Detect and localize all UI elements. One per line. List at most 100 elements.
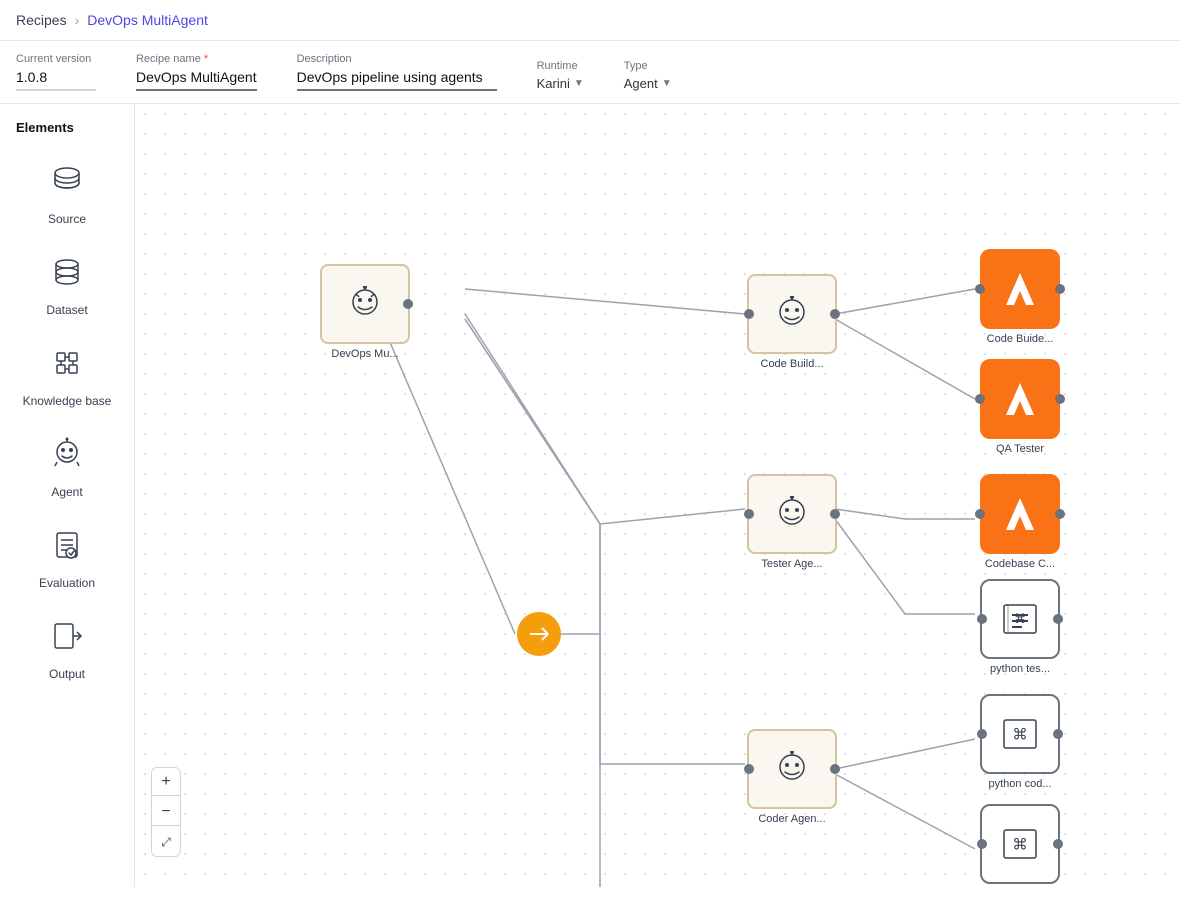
coder-agent-label: Coder Agen... bbox=[758, 813, 825, 825]
codebase-c-label: Codebase C... bbox=[985, 558, 1055, 570]
branch-node[interactable] bbox=[517, 612, 561, 656]
description-field: Description DevOps pipeline using agents bbox=[297, 53, 497, 91]
sidebar: Elements Source bbox=[0, 104, 135, 887]
description-value[interactable]: DevOps pipeline using agents bbox=[297, 69, 497, 91]
type-label: Type bbox=[624, 60, 672, 72]
recipe-name-field: Recipe name * DevOps MultiAgent bbox=[136, 53, 257, 91]
python-cod2-box: ⌘ bbox=[980, 804, 1060, 884]
type-field: Type Agent ▼ bbox=[624, 60, 672, 91]
code-build-box bbox=[747, 274, 837, 354]
dataset-icon bbox=[49, 254, 85, 297]
breadcrumb-bar: Recipes › DevOps MultiAgent bbox=[0, 0, 1180, 41]
main-layout: Elements Source bbox=[0, 104, 1180, 887]
code-build-right-dot bbox=[830, 309, 840, 319]
type-dropdown[interactable]: Agent ▼ bbox=[624, 76, 672, 91]
metadata-bar: Current version 1.0.8 Recipe name * DevO… bbox=[0, 41, 1180, 104]
knowledge-base-label: Knowledge base bbox=[23, 394, 112, 408]
svg-text:⌘: ⌘ bbox=[1013, 833, 1026, 858]
node-coder-agent[interactable]: Coder Agen... bbox=[747, 729, 837, 825]
node-tester-agent[interactable]: Tester Age... bbox=[747, 474, 837, 570]
version-field: Current version 1.0.8 bbox=[16, 53, 96, 91]
tester-agent-box bbox=[747, 474, 837, 554]
breadcrumb-separator: › bbox=[75, 12, 80, 28]
runtime-field: Runtime Karini ▼ bbox=[537, 60, 584, 91]
source-label: Source bbox=[48, 212, 86, 226]
code-build-left-dot bbox=[744, 309, 754, 319]
code-buider-label: Code Buide... bbox=[987, 333, 1054, 345]
node-python-cod2[interactable]: ⌘ python cod... bbox=[980, 804, 1060, 887]
sidebar-item-evaluation[interactable]: Evaluation bbox=[8, 515, 126, 602]
code-build-label: Code Build... bbox=[761, 358, 824, 370]
python-cod2-right-dot bbox=[1053, 839, 1063, 849]
qa-tester-left-dot bbox=[975, 394, 985, 404]
sidebar-item-output[interactable]: Output bbox=[8, 606, 126, 693]
python-cod1-box: ⌘ bbox=[980, 694, 1060, 774]
qa-tester-right-dot bbox=[1055, 394, 1065, 404]
python-tes-label: python tes... bbox=[990, 663, 1050, 675]
tester-right-dot bbox=[830, 509, 840, 519]
runtime-chevron-icon: ▼ bbox=[574, 78, 584, 89]
code-buider-right-dot bbox=[1055, 284, 1065, 294]
runtime-value: Karini bbox=[537, 76, 570, 91]
runtime-dropdown[interactable]: Karini ▼ bbox=[537, 76, 584, 91]
output-label: Output bbox=[49, 667, 85, 681]
coder-agent-box bbox=[747, 729, 837, 809]
node-code-build[interactable]: Code Build... bbox=[747, 274, 837, 370]
canvas-area: DevOps Mu... bbox=[135, 104, 1180, 887]
dataset-label: Dataset bbox=[46, 303, 87, 317]
zoom-in-button[interactable]: + bbox=[152, 768, 180, 796]
agent-label: Agent bbox=[51, 485, 82, 499]
breadcrumb-recipes[interactable]: Recipes bbox=[16, 12, 67, 28]
zoom-controls: + − ⤢ bbox=[151, 767, 181, 857]
coder-left-dot bbox=[744, 764, 754, 774]
code-buider-box bbox=[980, 249, 1060, 329]
evaluation-icon bbox=[49, 527, 85, 570]
python-tes-box: ⌘ bbox=[980, 579, 1060, 659]
codebase-right-dot bbox=[1055, 509, 1065, 519]
type-chevron-icon: ▼ bbox=[662, 78, 672, 89]
node-qa-tester[interactable]: QA Tester bbox=[980, 359, 1060, 455]
python-tes-right-dot bbox=[1053, 614, 1063, 624]
qa-tester-label: QA Tester bbox=[996, 443, 1044, 455]
node-codebase-c[interactable]: Codebase C... bbox=[980, 474, 1060, 570]
knowledge-base-icon bbox=[49, 345, 85, 388]
devops-right-dot bbox=[403, 299, 413, 309]
devops-mu-label: DevOps Mu... bbox=[331, 348, 398, 360]
node-python-cod1[interactable]: ⌘ python cod... bbox=[980, 694, 1060, 790]
codebase-left-dot bbox=[975, 509, 985, 519]
zoom-out-button[interactable]: − bbox=[152, 798, 180, 826]
qa-tester-box bbox=[980, 359, 1060, 439]
node-code-buider[interactable]: Code Buide... bbox=[980, 249, 1060, 345]
codebase-c-box bbox=[980, 474, 1060, 554]
zoom-fit-button[interactable]: ⤢ bbox=[152, 828, 180, 856]
elements-title: Elements bbox=[8, 120, 126, 135]
svg-text:⌘: ⌘ bbox=[1013, 723, 1026, 748]
python-cod1-right-dot bbox=[1053, 729, 1063, 739]
sidebar-item-knowledge-base[interactable]: Knowledge base bbox=[8, 333, 126, 420]
sidebar-item-dataset[interactable]: Dataset bbox=[8, 242, 126, 329]
node-devops-mu[interactable]: DevOps Mu... bbox=[320, 264, 410, 360]
description-label: Description bbox=[297, 53, 497, 65]
devops-mu-box bbox=[320, 264, 410, 344]
type-value: Agent bbox=[624, 76, 658, 91]
version-label: Current version bbox=[16, 53, 96, 65]
python-tes-left-dot bbox=[977, 614, 987, 624]
node-python-tes[interactable]: ⌘ python tes... bbox=[980, 579, 1060, 675]
svg-text:⌘: ⌘ bbox=[1015, 609, 1026, 630]
coder-right-dot bbox=[830, 764, 840, 774]
version-value: 1.0.8 bbox=[16, 69, 96, 91]
runtime-label: Runtime bbox=[537, 60, 584, 72]
sidebar-item-source[interactable]: Source bbox=[8, 151, 126, 238]
agent-icon bbox=[49, 436, 85, 479]
evaluation-label: Evaluation bbox=[39, 576, 95, 590]
recipe-name-value[interactable]: DevOps MultiAgent bbox=[136, 69, 257, 91]
tester-agent-label: Tester Age... bbox=[761, 558, 822, 570]
tester-left-dot bbox=[744, 509, 754, 519]
sidebar-item-agent[interactable]: Agent bbox=[8, 424, 126, 511]
breadcrumb-current[interactable]: DevOps MultiAgent bbox=[87, 12, 208, 28]
output-icon bbox=[49, 618, 85, 661]
python-cod2-left-dot bbox=[977, 839, 987, 849]
source-icon bbox=[49, 163, 85, 206]
recipe-name-label: Recipe name * bbox=[136, 53, 257, 65]
python-cod1-left-dot bbox=[977, 729, 987, 739]
